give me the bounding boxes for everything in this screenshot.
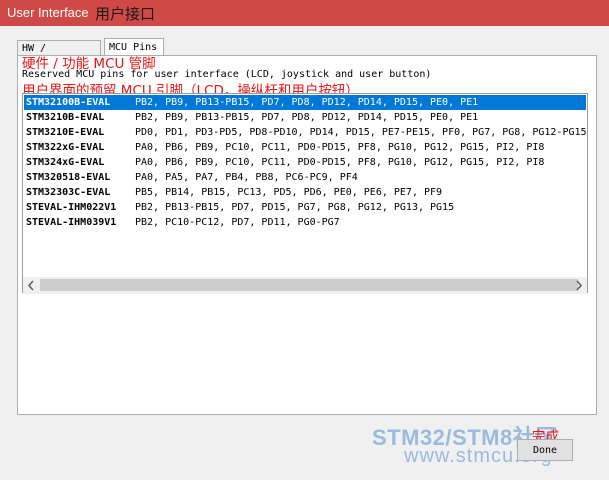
horizontal-scrollbar[interactable]	[23, 277, 587, 294]
reserved-pins: PB5, PB14, PB15, PC13, PD5, PD6, PE0, PE…	[135, 187, 443, 198]
board-name: STM32100B-EVAL	[26, 97, 111, 108]
mcu-pins-list[interactable]: STM32100B-EVAL PB2, PB9, PB13-PB15, PD7,…	[22, 93, 588, 293]
board-name: STM3210B-EVAL	[26, 112, 105, 123]
list-item[interactable]: STM320518-EVAL PA0, PA5, PA7, PB4, PB8, …	[24, 170, 586, 185]
window-title: User Interface	[7, 5, 89, 20]
reserved-pins: PB2, PC10-PC12, PD7, PD11, PG0-PG7	[135, 217, 340, 228]
list-item[interactable]: STM32100B-EVAL PB2, PB9, PB13-PB15, PD7,…	[24, 95, 586, 110]
chevron-right-icon[interactable]	[570, 277, 587, 294]
reserved-pins: PB2, PB9, PB13-PB15, PD7, PD8, PD12, PD1…	[135, 112, 479, 123]
board-name: STEVAL-IHM022V1	[26, 202, 117, 213]
list-item[interactable]: STEVAL-IHM039V1 PB2, PC10-PC12, PD7, PD1…	[24, 215, 586, 230]
reserved-pins: PA0, PB6, PB9, PC10, PC11, PD0-PD15, PF8…	[135, 142, 545, 153]
scrollbar-thumb[interactable]	[40, 279, 578, 291]
list-item[interactable]: STM3210E-EVAL PD0, PD1, PD3-PD5, PD8-PD1…	[24, 125, 587, 140]
board-name: STM32303C-EVAL	[26, 187, 111, 198]
list-item[interactable]: STM324xG-EVAL PA0, PB6, PB9, PC10, PC11,…	[24, 155, 586, 170]
reserved-pins: PA0, PB6, PB9, PC10, PC11, PD0-PD15, PF8…	[135, 157, 545, 168]
list-item[interactable]: STM322xG-EVAL PA0, PB6, PB9, PC10, PC11,…	[24, 140, 586, 155]
board-name: STEVAL-IHM039V1	[26, 217, 117, 228]
title-bar: User Interface 用户接口	[0, 0, 609, 26]
reserved-pins: PA0, PA5, PA7, PB4, PB8, PC6-PC9, PF4	[135, 172, 358, 183]
board-name: STM320518-EVAL	[26, 172, 111, 183]
board-name: STM3210E-EVAL	[26, 127, 105, 138]
list-item[interactable]: STM3210B-EVAL PB2, PB9, PB13-PB15, PD7, …	[24, 110, 586, 125]
reserved-pins: PD0, PD1, PD3-PD5, PD8-PD10, PD14, PD15,…	[135, 127, 587, 138]
list-item[interactable]: STM32303C-EVAL PB5, PB14, PB15, PC13, PD…	[24, 185, 586, 200]
board-name: STM324xG-EVAL	[26, 157, 105, 168]
list-item[interactable]: STEVAL-IHM022V1 PB2, PB13-PB15, PD7, PD1…	[24, 200, 586, 215]
reserved-pins: PB2, PB13-PB15, PD7, PD15, PG7, PG8, PG1…	[135, 202, 455, 213]
chevron-left-icon[interactable]	[23, 277, 40, 294]
reserved-pins: PB2, PB9, PB13-PB15, PD7, PD8, PD12, PD1…	[135, 97, 479, 108]
window-title-cn: 用户接口	[95, 5, 156, 23]
done-button[interactable]: Done	[517, 439, 573, 461]
board-name: STM322xG-EVAL	[26, 142, 105, 153]
